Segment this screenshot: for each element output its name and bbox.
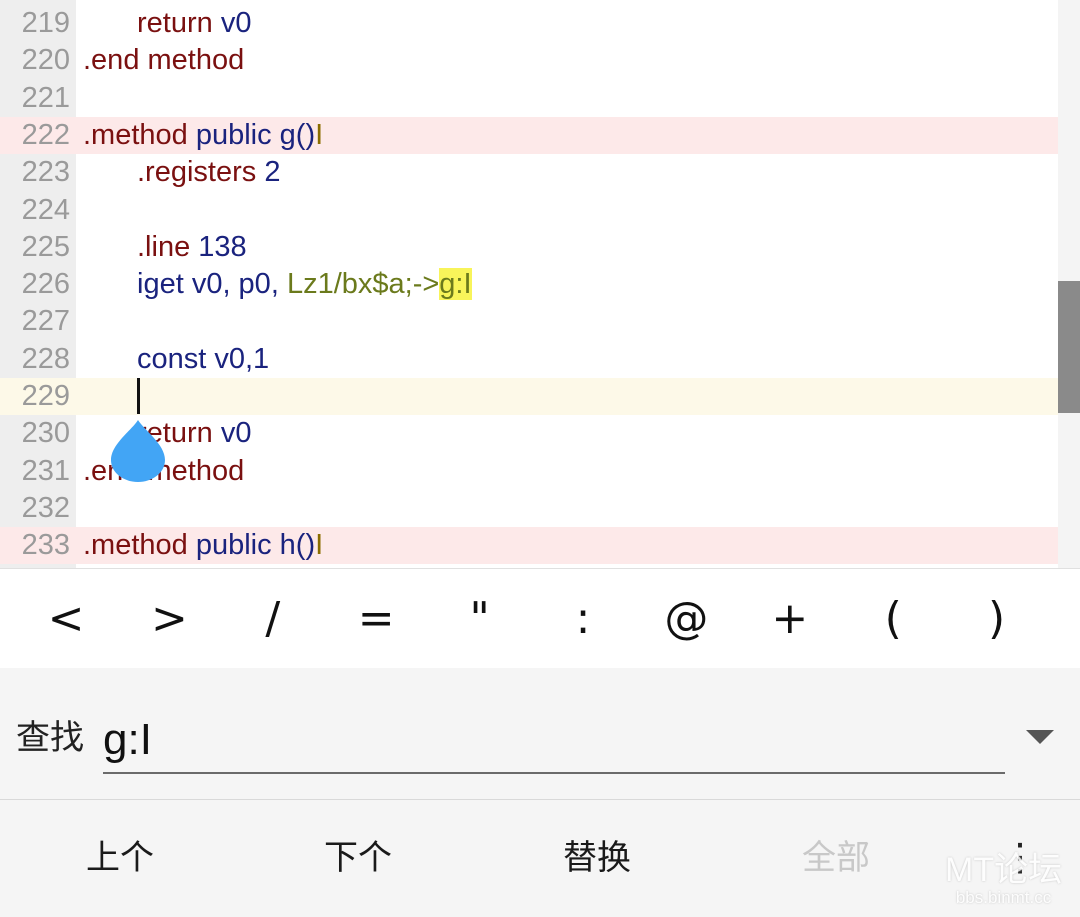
line-number: 227	[21, 305, 70, 338]
line-number: 225	[21, 230, 70, 263]
line-number: 223	[21, 156, 70, 189]
replace-button[interactable]: 替换	[497, 800, 697, 917]
search-input-underline	[103, 772, 1005, 774]
symbol-key[interactable]: >	[129, 569, 209, 668]
code-text: .method public h()I	[83, 529, 324, 562]
symbol-key[interactable]: )	[957, 569, 1037, 668]
watermark: MT论坛 bbs.binmt.cc	[945, 852, 1062, 908]
find-label: 查找	[16, 719, 84, 757]
code-line[interactable]: 219 return v0	[0, 5, 1058, 42]
watermark-title: MT论坛	[945, 851, 1063, 889]
code-text: .end method	[83, 44, 245, 77]
code-text: return v0	[137, 417, 252, 450]
search-match-highlight: g:I	[439, 268, 472, 301]
symbol-key[interactable]: =	[336, 569, 416, 668]
code-line[interactable]: 222 .method public g()I	[0, 116, 1058, 154]
text-cursor	[137, 378, 140, 414]
code-line[interactable]: 220 .end method	[0, 42, 1058, 79]
code-line[interactable]: 226 iget v0, p0, Lz1/bx$a;->g:I	[0, 266, 1058, 303]
code-text: iget v0, p0, Lz1/bx$a;->g:I	[137, 268, 472, 301]
line-number: 232	[21, 491, 70, 524]
code-line[interactable]: 224	[0, 192, 1058, 229]
code-line[interactable]: 228 const v0,1	[0, 341, 1058, 378]
line-number: 229	[21, 380, 70, 412]
symbol-key[interactable]: ;	[1060, 569, 1080, 668]
line-number: 230	[21, 417, 70, 450]
line-number: 226	[21, 268, 70, 301]
find-next-button[interactable]: 下个	[258, 800, 458, 917]
code-line[interactable]: 233 .method public h()I	[0, 527, 1058, 565]
code-text: .line 138	[137, 230, 247, 263]
line-number: 233	[21, 529, 70, 562]
line-number: 220	[21, 44, 70, 77]
replace-all-button[interactable]: 全部	[736, 800, 936, 917]
chevron-down-icon[interactable]	[1022, 722, 1058, 750]
line-number: 222	[21, 118, 70, 151]
watermark-url: bbs.binmt.cc	[955, 888, 1052, 907]
code-editor[interactable]: 219 return v0 220 .end method 221 222 .method …	[0, 0, 1080, 568]
symbol-key[interactable]: /	[233, 569, 313, 668]
symbol-key[interactable]: <	[26, 569, 106, 668]
symbol-key[interactable]: +	[750, 569, 830, 668]
cursor-drag-handle[interactable]	[111, 420, 165, 482]
symbol-key[interactable]: @	[646, 569, 726, 668]
code-line[interactable]: 223 .registers 2	[0, 154, 1058, 191]
line-number: 231	[21, 454, 70, 487]
code-line[interactable]: 225 .line 138	[0, 229, 1058, 266]
symbol-key[interactable]: (	[853, 569, 933, 668]
find-actions-bar: 上个 下个 替换 全部 ⋮	[0, 799, 1080, 917]
code-text: const v0,1	[137, 342, 270, 375]
symbol-key[interactable]: "	[440, 569, 520, 668]
code-text: return v0	[137, 7, 252, 39]
code-text: .registers 2	[137, 156, 281, 189]
line-number: 224	[21, 193, 70, 226]
code-text: .method public g()I	[83, 118, 324, 151]
find-previous-button[interactable]: 上个	[20, 800, 220, 917]
scrollbar-thumb[interactable]	[1058, 281, 1080, 413]
line-number: 228	[21, 342, 70, 375]
code-line[interactable]: 232	[0, 490, 1058, 527]
line-number: 219	[21, 7, 70, 39]
symbol-key[interactable]: :	[543, 569, 623, 668]
search-input[interactable]	[103, 712, 1003, 768]
code-line[interactable]: 221	[0, 80, 1058, 117]
line-number: 221	[21, 81, 70, 114]
symbol-shortcut-bar: <>/=":@+();	[0, 568, 1080, 669]
code-line[interactable]: 229	[0, 378, 1058, 415]
code-line[interactable]: 227	[0, 303, 1058, 340]
